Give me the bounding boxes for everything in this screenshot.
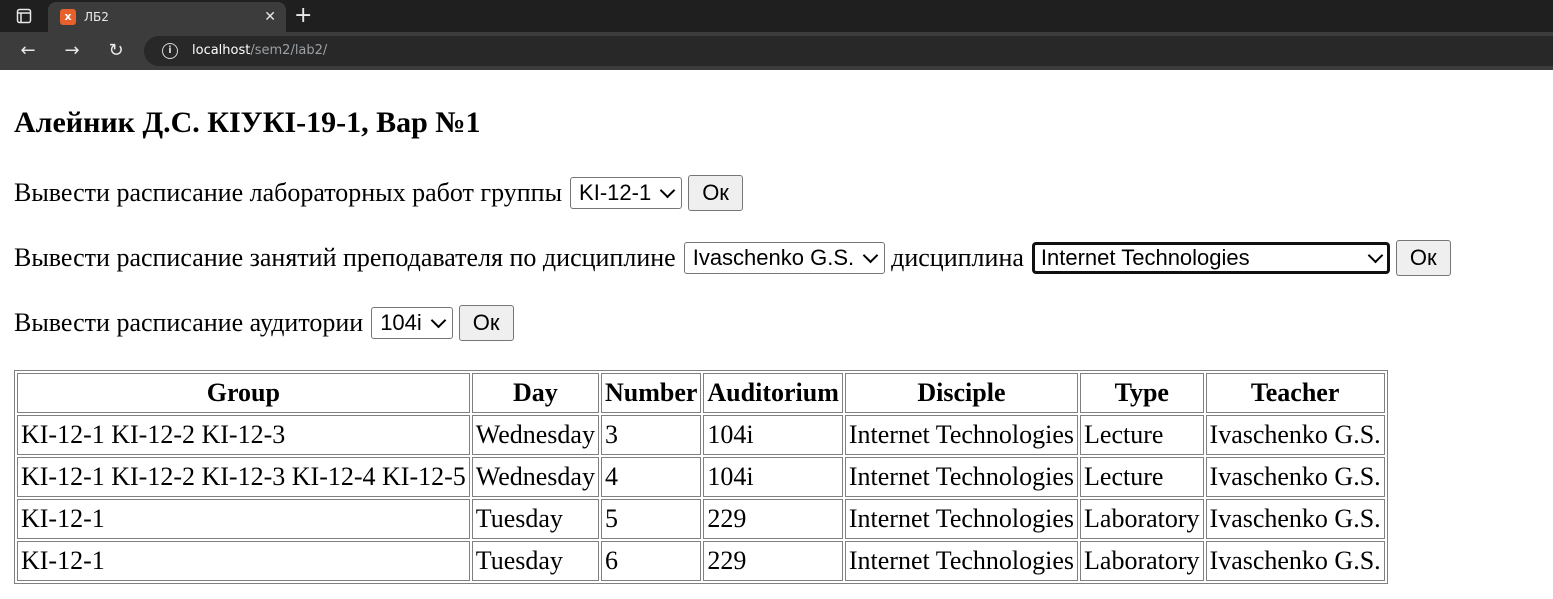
table-cell: KI-12-1 KI-12-2 KI-12-3	[17, 415, 470, 455]
group-ok-button[interactable]: Ок	[688, 175, 743, 211]
table-cell: 229	[703, 499, 843, 539]
table-cell: Laboratory	[1080, 541, 1204, 581]
table-cell: KI-12-1	[17, 499, 470, 539]
chevron-down-icon	[659, 182, 676, 199]
column-header: Number	[600, 373, 702, 413]
xampp-favicon-icon: x	[60, 9, 76, 25]
tab-search-icon[interactable]	[16, 8, 32, 24]
room-form-label: Вывести расписание аудитории	[14, 308, 364, 337]
column-header: Auditorium	[703, 373, 843, 413]
chevron-down-icon	[1367, 247, 1384, 264]
url-host: localhost	[192, 43, 251, 58]
table-cell: Internet Technologies	[844, 541, 1079, 581]
group-form-label: Вывести расписание лабораторных работ гр…	[14, 178, 563, 207]
column-header: Disciple	[844, 373, 1079, 413]
reload-icon[interactable]: ↻	[104, 39, 128, 63]
table-cell: KI-12-1	[17, 541, 470, 581]
site-info-icon[interactable]: i	[162, 43, 178, 59]
table-cell: 5	[600, 499, 702, 539]
column-header: Type	[1080, 373, 1204, 413]
url-text: localhost/sem2/lab2/	[192, 42, 327, 60]
table-cell: KI-12-1 KI-12-2 KI-12-3 KI-12-4 KI-12-5	[17, 457, 470, 497]
table-cell: 104i	[703, 415, 843, 455]
column-header: Teacher	[1205, 373, 1385, 413]
table-cell: 3	[600, 415, 702, 455]
chevron-down-icon	[862, 247, 879, 264]
table-cell: Lecture	[1080, 415, 1204, 455]
table-cell: Tuesday	[471, 499, 599, 539]
table-cell: 6	[600, 541, 702, 581]
room-select[interactable]: 104i	[371, 307, 453, 339]
table-header-row: Group Day Number Auditorium Disciple Typ…	[17, 373, 1385, 413]
table-cell: Wednesday	[471, 457, 599, 497]
table-row: KI-12-1 Tuesday 5 229 Internet Technolog…	[17, 499, 1385, 539]
group-select-value: KI-12-1	[579, 180, 652, 205]
teacher-ok-button[interactable]: Ок	[1395, 240, 1451, 276]
table-cell: Lecture	[1080, 457, 1204, 497]
address-bar[interactable]: i localhost/sem2/lab2/	[144, 36, 1553, 66]
table-cell: Internet Technologies	[844, 415, 1079, 455]
teacher-select-value: Ivaschenko G.S.	[692, 245, 855, 270]
new-tab-icon[interactable]: +	[294, 3, 312, 29]
table-cell: 229	[703, 541, 843, 581]
table-cell: Wednesday	[471, 415, 599, 455]
schedule-table: Group Day Number Auditorium Disciple Typ…	[14, 370, 1388, 584]
discipline-label: дисциплина	[891, 243, 1024, 272]
room-ok-button[interactable]: Ок	[458, 305, 514, 341]
browser-toolbar: ← → ↻ i localhost/sem2/lab2/	[0, 32, 1553, 70]
teacher-select[interactable]: Ivaschenko G.S.	[683, 242, 886, 274]
page-title: Алейник Д.С. КІУКІ-19-1, Вар №1	[14, 106, 481, 139]
table-row: KI-12-1 KI-12-2 KI-12-3 Wednesday 3 104i…	[17, 415, 1385, 455]
back-icon[interactable]: ←	[16, 39, 40, 63]
table-cell: Internet Technologies	[844, 499, 1079, 539]
url-path: /sem2/lab2/	[250, 43, 328, 58]
group-select[interactable]: KI-12-1	[570, 177, 683, 209]
table-cell: 4	[600, 457, 702, 497]
group-schedule-form: Вывести расписание лабораторных работ гр…	[14, 175, 743, 211]
table-cell: Ivaschenko G.S.	[1205, 415, 1385, 455]
room-select-value: 104i	[380, 310, 422, 335]
browser-chrome: x ЛБ2 ✕ + ← → ↻ i localhost/sem2/lab2/	[0, 0, 1553, 70]
table-cell: 104i	[703, 457, 843, 497]
table-cell: Ivaschenko G.S.	[1205, 541, 1385, 581]
room-schedule-form: Вывести расписание аудитории 104i Ок	[14, 305, 514, 341]
column-header: Day	[471, 373, 599, 413]
table-row: KI-12-1 KI-12-2 KI-12-3 KI-12-4 KI-12-5 …	[17, 457, 1385, 497]
table-row: KI-12-1 Tuesday 6 229 Internet Technolog…	[17, 541, 1385, 581]
table-cell: Internet Technologies	[844, 457, 1079, 497]
browser-tab[interactable]: x ЛБ2 ✕	[48, 2, 286, 32]
tab-title: ЛБ2	[84, 10, 109, 24]
tab-bar: x ЛБ2 ✕ +	[0, 0, 1553, 32]
table-cell: Tuesday	[471, 541, 599, 581]
table-cell: Laboratory	[1080, 499, 1204, 539]
column-header: Group	[17, 373, 470, 413]
discipline-select-value: Internet Technologies	[1040, 245, 1250, 270]
forward-icon[interactable]: →	[60, 39, 84, 63]
chevron-down-icon	[430, 312, 447, 329]
teacher-form-label: Вывести расписание занятий преподавателя…	[14, 243, 676, 272]
close-tab-icon[interactable]: ✕	[264, 8, 276, 26]
discipline-select[interactable]: Internet Technologies	[1031, 242, 1390, 274]
table-cell: Ivaschenko G.S.	[1205, 499, 1385, 539]
table-cell: Ivaschenko G.S.	[1205, 457, 1385, 497]
teacher-schedule-form: Вывести расписание занятий преподавателя…	[14, 240, 1451, 276]
